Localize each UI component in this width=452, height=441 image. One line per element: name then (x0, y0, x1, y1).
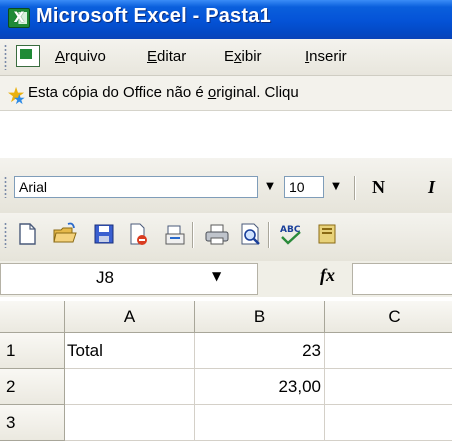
font-size-combobox[interactable]: 10 (284, 176, 324, 198)
worksheet-grid: A B C 1 Total 23 2 23,00 3 (0, 301, 452, 441)
bold-button[interactable]: N (372, 176, 385, 198)
excel-app-icon[interactable]: X (8, 8, 30, 28)
research-icon[interactable] (316, 222, 340, 246)
excel-app-glyph: X (13, 10, 25, 26)
validation-star-icon: ★ ★ (6, 83, 26, 108)
column-header-b[interactable]: B (195, 301, 325, 333)
menu-exibir-accel: x (234, 48, 242, 65)
row-header-1[interactable]: 1 (0, 333, 65, 369)
menu-exibir-rest: ibir (241, 48, 262, 65)
window-title: Microsoft Excel - Pasta1 (36, 5, 271, 27)
validation-message[interactable]: Esta cópia do Office não é original. Cli… (28, 84, 299, 101)
formula-input[interactable] (352, 263, 452, 295)
email-icon[interactable] (162, 222, 186, 246)
toolbar-separator (192, 222, 193, 248)
name-box-dropdown-icon[interactable]: ▼ (212, 269, 221, 283)
print-icon[interactable] (204, 222, 229, 246)
menu-arquivo-rest: rquivo (65, 48, 106, 65)
toolbar-separator (268, 222, 269, 248)
save-icon[interactable] (92, 222, 116, 246)
menu-exibir[interactable]: Exibir (224, 48, 262, 65)
validation-text-accel: o (207, 84, 217, 101)
font-name-combobox[interactable]: Arial (14, 176, 258, 198)
spelling-icon[interactable]: ABC (278, 222, 302, 246)
permission-icon[interactable] (126, 222, 150, 246)
select-all-corner[interactable] (0, 301, 65, 333)
insert-function-icon[interactable]: fx (320, 265, 335, 286)
toolbar-separator (354, 176, 355, 200)
formatting-toolbar-grip[interactable] (4, 176, 7, 198)
menu-exibir-pre: E (224, 48, 235, 65)
workbook-icon[interactable] (16, 45, 40, 67)
italic-button[interactable]: I (428, 176, 435, 198)
menu-inserir[interactable]: Inserir (305, 48, 347, 65)
menu-editar-accel: E (147, 48, 158, 65)
cell-b2[interactable]: 23,00 (195, 369, 325, 405)
cell-c3[interactable] (325, 405, 452, 441)
menubar-grip[interactable] (4, 44, 7, 70)
column-header-a[interactable]: A (65, 301, 195, 333)
row-header-2[interactable]: 2 (0, 369, 65, 405)
column-header-c[interactable]: C (325, 301, 452, 333)
row-header-3[interactable]: 3 (0, 405, 65, 441)
validation-text-pre: Esta cópia do Office não é (28, 84, 208, 101)
font-size-dropdown-arrow[interactable]: ▼ (329, 177, 343, 197)
menu-arquivo-accel: A (55, 48, 66, 65)
cell-a2[interactable] (65, 369, 195, 405)
menu-editar-rest: ditar (157, 48, 187, 65)
validation-text-post: riginal. Cliqu (216, 84, 299, 101)
cell-b1[interactable]: 23 (195, 333, 325, 369)
open-folder-icon[interactable] (52, 222, 77, 246)
menu-inserir-rest: nserir (309, 48, 347, 65)
menu-editar[interactable]: Editar (147, 48, 186, 65)
new-document-icon[interactable] (16, 222, 40, 246)
font-name-dropdown-arrow[interactable]: ▼ (263, 177, 277, 197)
cell-c1[interactable] (325, 333, 452, 369)
cell-a1[interactable]: Total (65, 333, 195, 369)
print-preview-icon[interactable] (238, 222, 262, 246)
cell-c2[interactable] (325, 369, 452, 405)
standard-toolbar-grip[interactable] (4, 222, 7, 248)
title-bar[interactable]: X Microsoft Excel - Pasta1 (0, 0, 452, 39)
cell-b3[interactable] (195, 405, 325, 441)
name-box-value: J8 (96, 268, 114, 287)
cell-a3[interactable] (65, 405, 195, 441)
menu-arquivo[interactable]: Arquivo (55, 48, 106, 65)
